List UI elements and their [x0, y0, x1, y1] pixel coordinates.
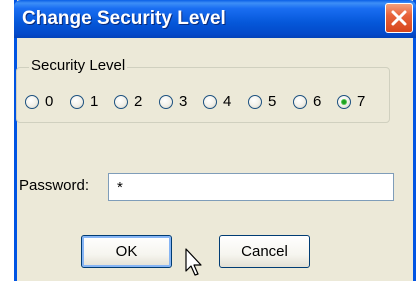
ok-button[interactable]: OK — [81, 235, 172, 268]
window-title: Change Security Level — [22, 8, 226, 29]
radio-button[interactable] — [293, 95, 307, 109]
close-button[interactable] — [385, 3, 413, 33]
cancel-button[interactable]: Cancel — [219, 235, 310, 268]
radio-button[interactable] — [114, 95, 128, 109]
radio-button[interactable] — [25, 95, 39, 109]
radio-label: 1 — [90, 93, 99, 110]
radio-label: 7 — [357, 93, 366, 110]
radio-label: 6 — [313, 93, 322, 110]
mouse-pointer-icon — [185, 248, 202, 276]
security-level-group — [16, 67, 390, 123]
close-icon — [391, 10, 407, 26]
change-security-level-dialog: Change Security Level — [14, 0, 416, 281]
radio-button[interactable] — [248, 95, 262, 109]
radio-button[interactable] — [70, 95, 84, 109]
radio-label: 4 — [223, 93, 232, 110]
password-input[interactable] — [108, 173, 394, 201]
radio-label: 5 — [268, 93, 277, 110]
radio-button[interactable] — [203, 95, 217, 109]
radio-label: 0 — [45, 93, 54, 110]
security-level-legend: Security Level — [29, 57, 128, 74]
title-bar[interactable]: Change Security Level — [14, 0, 416, 38]
radio-button[interactable] — [159, 95, 173, 109]
radio-button-selected[interactable] — [337, 95, 351, 109]
password-label: Password: — [19, 177, 90, 194]
radio-label: 2 — [134, 93, 143, 110]
radio-label: 3 — [179, 93, 188, 110]
